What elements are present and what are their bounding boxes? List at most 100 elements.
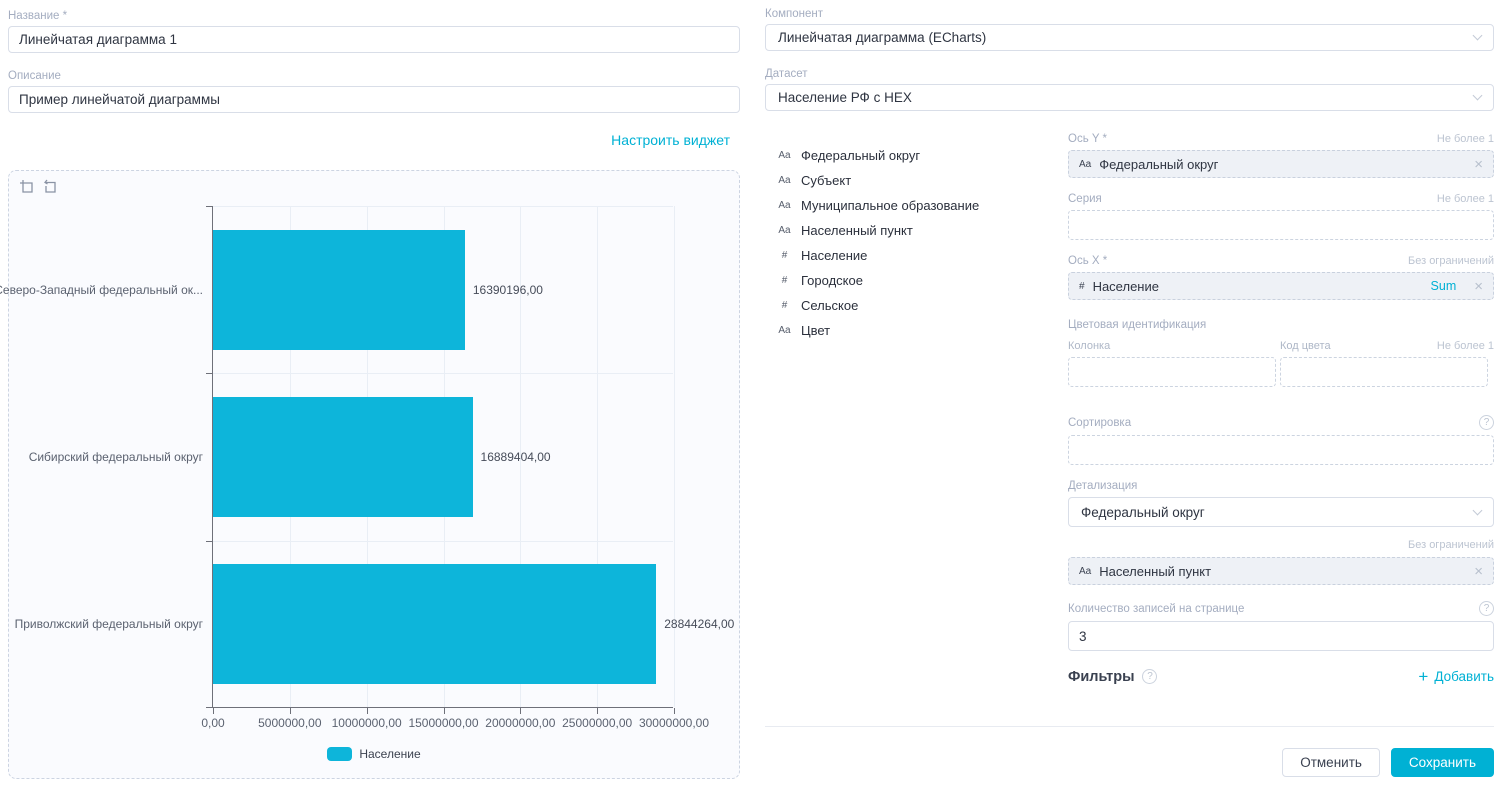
x-axis-chip[interactable]: # Население Sum × <box>1068 272 1494 300</box>
add-filter-button[interactable]: + Добавить <box>1418 668 1494 685</box>
field-type-icon: Aa <box>777 200 792 211</box>
field-name: Населенный пункт <box>801 223 913 238</box>
description-label: Описание <box>8 70 740 82</box>
filters-label: Фильтры <box>1068 669 1134 685</box>
component-value: Линейчатая диаграмма (ECharts) <box>778 30 986 45</box>
x-axis-tick <box>597 708 598 714</box>
x-tick-label: 20000000,00 <box>485 716 555 730</box>
help-icon[interactable]: ? <box>1479 415 1494 430</box>
category-label: Приволжский федеральный округ <box>15 616 203 632</box>
detail-select[interactable]: Федеральный округ <box>1068 497 1494 527</box>
dataset-field[interactable]: Aa Населенный пункт <box>777 218 1068 243</box>
field-type-icon: # <box>1079 281 1085 292</box>
field-type-icon: # <box>777 275 792 286</box>
page-size-input[interactable] <box>1068 621 1494 651</box>
dataset-field[interactable]: # Городское <box>777 268 1068 293</box>
x-axis-section: Ось X * Без ограничений # Население Sum … <box>1068 255 1494 300</box>
configure-widget-link[interactable]: Настроить виджет <box>611 132 730 148</box>
y-axis-tick <box>206 373 212 374</box>
y-axis-label: Ось Y * <box>1068 133 1107 145</box>
chart-legend[interactable]: Население <box>9 747 739 761</box>
y-axis-tick <box>206 541 212 542</box>
close-icon[interactable]: × <box>1474 564 1483 579</box>
field-type-icon: Aa <box>777 225 792 236</box>
name-input[interactable] <box>8 26 740 53</box>
x-axis-tick <box>444 708 445 714</box>
config-area: AaФедеральный округAaСубъектAaМуниципаль… <box>765 133 1494 685</box>
dataset-field[interactable]: #Сельское <box>777 293 1068 318</box>
description-group: Описание <box>8 70 740 113</box>
datazoom-icon[interactable] <box>19 179 34 194</box>
field-type-icon: # <box>777 250 792 261</box>
plus-icon: + <box>1418 668 1428 685</box>
series-limit: Не более 1 <box>1437 193 1494 205</box>
x-tick-label: 30000000,00 <box>639 716 709 730</box>
field-type-icon: Aa <box>777 175 792 186</box>
x-axis-tick <box>674 708 675 714</box>
fields-list: AaФедеральный округAaСубъектAaМуниципаль… <box>765 133 1068 685</box>
bar-value-label: 28844264,00 <box>664 616 734 632</box>
dataset-field[interactable]: AaЦвет <box>777 318 1068 343</box>
gridline <box>213 541 673 542</box>
filters-section: Фильтры ? + Добавить <box>1068 668 1494 685</box>
aggregation-badge[interactable]: Sum <box>1431 279 1457 293</box>
detail-chip[interactable]: Aa Населенный пункт × <box>1068 557 1494 585</box>
gridline <box>213 373 673 374</box>
description-input[interactable] <box>8 86 740 113</box>
close-icon[interactable]: × <box>1474 279 1483 294</box>
cancel-button[interactable]: Отменить <box>1282 748 1380 777</box>
dataset-field[interactable]: AaФедеральный округ <box>777 143 1068 168</box>
dataset-field[interactable]: #Население <box>777 243 1068 268</box>
color-identification-label: Цветовая идентификация <box>1068 319 1206 331</box>
color-column-slot[interactable] <box>1068 357 1276 387</box>
category-label: Сибирский федеральный округ <box>29 449 203 465</box>
chart-bar[interactable] <box>213 230 465 350</box>
field-type-icon: Aa <box>1079 566 1091 577</box>
right-column: Компонент Линейчатая диаграмма (ECharts)… <box>765 8 1494 791</box>
x-tick-label: 0,00 <box>201 716 224 730</box>
series-drop-slot[interactable] <box>1068 210 1494 240</box>
gridline <box>213 206 673 207</box>
color-code-label: Код цвета <box>1280 340 1331 352</box>
detail-label: Детализация <box>1068 480 1137 492</box>
chart-bar[interactable] <box>213 564 656 684</box>
page-size-label: Количество записей на странице <box>1068 603 1244 615</box>
color-code-slot[interactable] <box>1280 357 1488 387</box>
y-axis-tick <box>206 206 212 207</box>
help-icon[interactable]: ? <box>1479 601 1494 616</box>
save-button[interactable]: Сохранить <box>1391 748 1494 777</box>
category-label: Северо-Западный федеральный ок... <box>0 282 203 298</box>
restore-icon[interactable] <box>42 179 57 194</box>
field-name: Субъект <box>801 173 851 188</box>
component-select[interactable]: Линейчатая диаграмма (ECharts) <box>765 24 1494 51</box>
component-group: Компонент Линейчатая диаграмма (ECharts) <box>765 8 1494 51</box>
dataset-label: Датасет <box>765 68 1494 80</box>
detail-limit: Без ограничений <box>1408 539 1494 551</box>
bar-chart: 0,005000000,0010000000,0015000000,002000… <box>212 206 673 708</box>
chart-toolbox <box>19 179 57 194</box>
dataset-select[interactable]: Население РФ с HEX <box>765 84 1494 111</box>
y-axis-chip[interactable]: Aa Федеральный округ × <box>1068 150 1494 178</box>
y-axis-limit: Не более 1 <box>1437 133 1494 145</box>
sorting-drop-slot[interactable] <box>1068 435 1494 465</box>
chevron-down-icon <box>1473 505 1483 515</box>
help-icon[interactable]: ? <box>1142 669 1157 684</box>
dataset-field[interactable]: Aa Субъект <box>777 168 1068 193</box>
config-column: Ось Y * Не более 1 Aa Федеральный округ … <box>1068 133 1494 685</box>
chart-bar[interactable] <box>213 397 473 517</box>
name-group: Название * <box>8 10 740 53</box>
field-name: Сельское <box>801 298 858 313</box>
field-name: Городское <box>801 273 863 288</box>
chevron-down-icon <box>1473 91 1483 101</box>
x-axis-tick <box>213 708 214 714</box>
x-tick-label: 5000000,00 <box>258 716 321 730</box>
dataset-field[interactable]: AaМуниципальное образование <box>777 193 1068 218</box>
field-type-icon: Aa <box>777 325 792 336</box>
close-icon[interactable]: × <box>1474 157 1483 172</box>
color-identification-limit: Не более 1 <box>1437 340 1494 352</box>
field-name: Федеральный округ <box>801 148 920 163</box>
legend-swatch <box>327 747 352 761</box>
page-size-section: Количество записей на странице ? <box>1068 601 1494 651</box>
sorting-label: Сортировка <box>1068 417 1131 429</box>
series-section: Серия Не более 1 <box>1068 193 1494 240</box>
